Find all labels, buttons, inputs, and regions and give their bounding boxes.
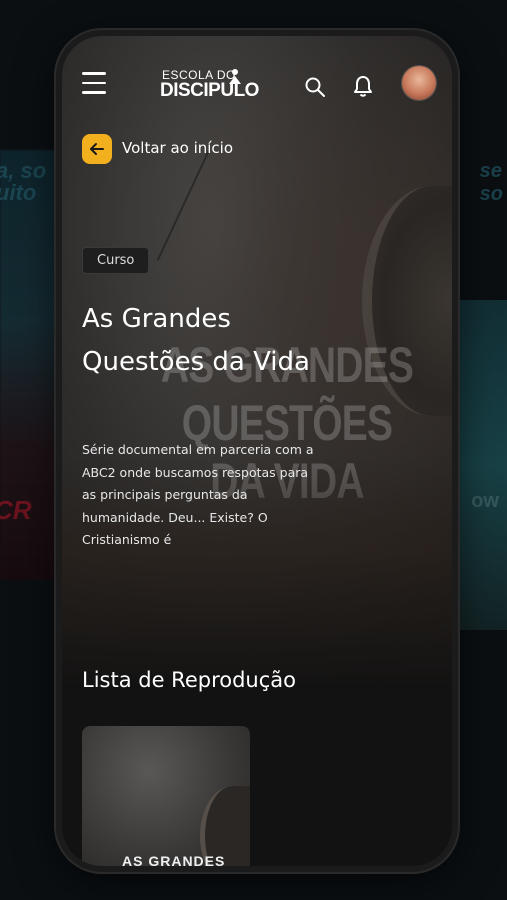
hero-crack — [156, 151, 210, 261]
back-button[interactable] — [82, 134, 112, 164]
background-poster-left-red-text: CR — [0, 495, 32, 525]
course-type-badge: Curso — [82, 247, 150, 274]
background-poster-right-low-text: ow — [471, 490, 499, 512]
playlist-item[interactable]: AS GRANDES — [82, 726, 250, 866]
bell-icon[interactable] — [352, 74, 374, 98]
back-label[interactable]: Voltar ao início — [122, 139, 233, 157]
avatar[interactable] — [402, 66, 436, 100]
menu-icon[interactable] — [82, 72, 106, 94]
logo-bottom-text: DISCIPULO — [160, 80, 259, 101]
top-bar: ESCOLA DO DISCIPULO — [62, 36, 452, 136]
phone-frame: AS GRANDES QUESTÕES DA VIDA ESCOLA DO DI… — [56, 30, 458, 872]
course-description: Série documental em parceria com a ABC2 … — [82, 442, 314, 547]
playlist-item-thumb-text: AS GRANDES — [122, 853, 226, 866]
app-logo[interactable]: ESCOLA DO DISCIPULO — [160, 68, 270, 104]
search-icon[interactable] — [304, 76, 326, 98]
background-poster-left-text: a, so uito — [0, 158, 47, 205]
background-poster-right-text: se so — [479, 160, 503, 205]
arrow-left-icon — [90, 143, 104, 155]
app-screen: AS GRANDES QUESTÕES DA VIDA ESCOLA DO DI… — [62, 36, 452, 866]
course-title: As Grandes Questões da Vida — [82, 304, 310, 377]
playlist-title: Lista de Reprodução — [82, 668, 296, 692]
